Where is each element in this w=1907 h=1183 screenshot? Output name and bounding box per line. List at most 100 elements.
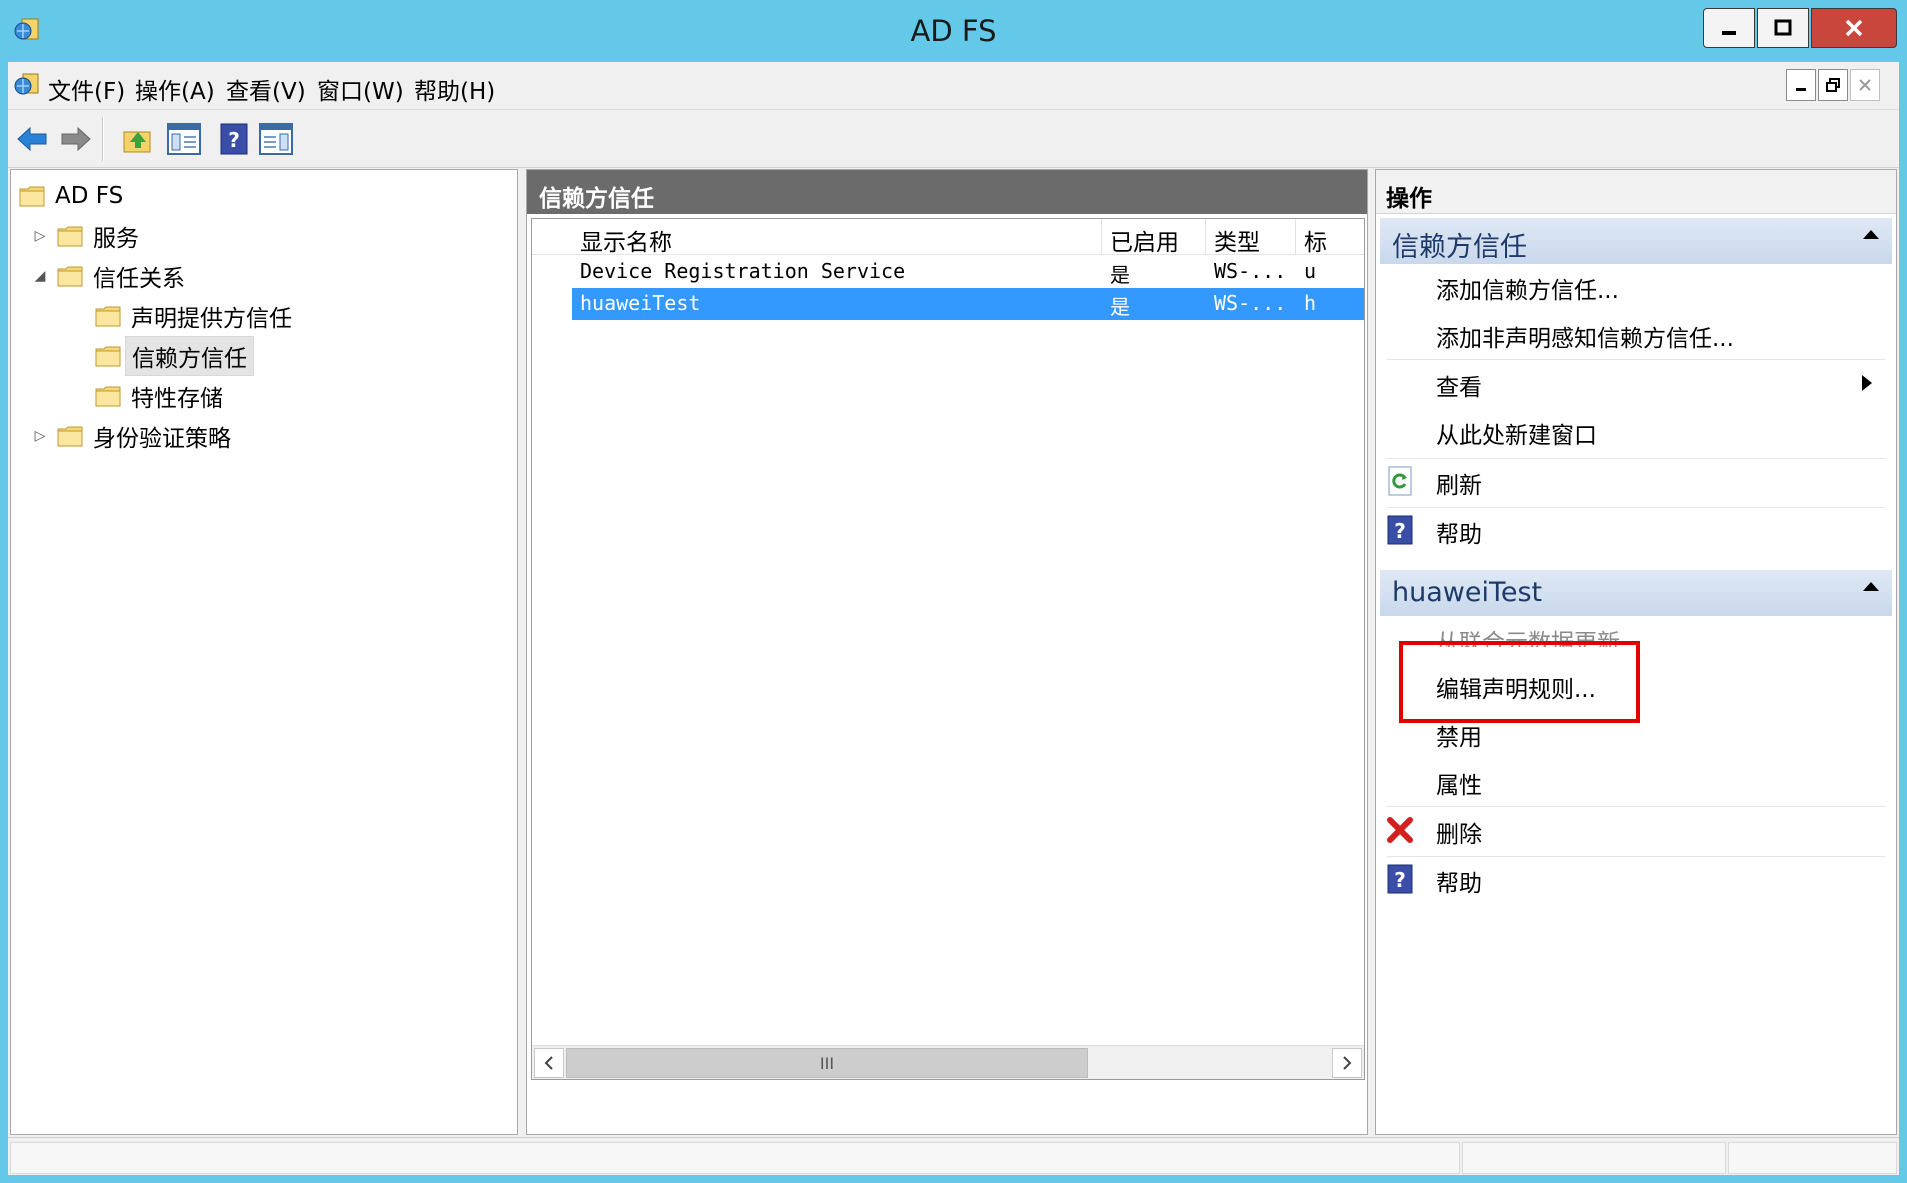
action-help[interactable]: 帮助	[1436, 509, 1886, 549]
results-pane: 信赖方信任 显示名称 已启用 类型 标 Device Registration …	[526, 169, 1368, 1135]
menu-view[interactable]: 查看(V)	[226, 72, 306, 106]
cell-identifier: h	[1304, 291, 1317, 315]
tree-node-trust-relationships[interactable]: ◢ 信任关系	[31, 258, 185, 294]
annotation-highlight-box	[1399, 641, 1640, 723]
restore-icon	[1826, 78, 1840, 92]
separator	[1386, 856, 1886, 857]
status-bar	[8, 1137, 1899, 1175]
folder-icon	[57, 426, 83, 447]
svg-text:?: ?	[228, 128, 240, 152]
close-button[interactable]	[1811, 8, 1897, 48]
column-header-type[interactable]: 类型	[1206, 219, 1296, 255]
up-one-level-button[interactable]	[118, 119, 158, 159]
scroll-left-button[interactable]	[534, 1048, 564, 1078]
chevron-right-icon	[1343, 1056, 1352, 1070]
refresh-icon	[1388, 466, 1412, 496]
status-cell-3	[1728, 1142, 1897, 1174]
table-row[interactable]: Device Registration Service 是 WS-... u	[572, 256, 1364, 288]
toolbar: ?	[8, 111, 1899, 168]
menu-file[interactable]: 文件(F)	[48, 72, 125, 106]
action-add-relying-party-trust[interactable]: 添加信赖方信任...	[1436, 265, 1886, 305]
list-header: 显示名称 已启用 类型 标	[532, 219, 1364, 255]
tree-node-relying-party-trusts[interactable]: 信赖方信任	[95, 336, 254, 376]
action-properties[interactable]: 属性	[1436, 760, 1886, 800]
section-huaweitest[interactable]: huaweiTest	[1380, 570, 1892, 616]
show-hide-console-tree-button[interactable]	[164, 119, 204, 159]
window-title: AD FS	[910, 14, 997, 48]
action-add-non-claims-aware-trust[interactable]: 添加非声明感知信赖方信任...	[1436, 313, 1886, 353]
action-new-window-from-here[interactable]: 从此处新建窗口	[1436, 410, 1886, 450]
table-row-selected[interactable]: huaweiTest 是 WS-... h	[572, 288, 1364, 320]
folder-icon	[57, 226, 83, 247]
folder-icon	[57, 266, 83, 287]
horizontal-scrollbar[interactable]: III	[532, 1045, 1364, 1079]
title-bar[interactable]: AD FS	[0, 0, 1907, 62]
child-close-button[interactable]	[1850, 69, 1880, 101]
status-cell-2	[1462, 1142, 1726, 1174]
separator	[1386, 359, 1886, 360]
svg-text:?: ?	[1394, 868, 1406, 892]
section-relying-party-trusts[interactable]: 信赖方信任	[1380, 218, 1892, 264]
action-delete[interactable]: 删除	[1436, 809, 1886, 849]
menu-action[interactable]: 操作(A)	[135, 72, 215, 106]
action-refresh[interactable]: 刷新	[1436, 460, 1886, 500]
action-help-item[interactable]: 帮助	[1436, 858, 1886, 898]
child-restore-button[interactable]	[1818, 69, 1848, 101]
column-header-identifier[interactable]: 标	[1296, 219, 1364, 255]
cell-display-name: huaweiTest	[580, 291, 701, 315]
mmc-system-menu-icon[interactable]	[12, 72, 42, 100]
cell-enabled: 是	[1110, 295, 1130, 319]
folder-icon	[19, 186, 45, 207]
toolbar-separator	[102, 117, 104, 161]
tree-label: 信任关系	[93, 266, 185, 292]
separator	[1386, 806, 1886, 807]
close-icon	[1859, 79, 1871, 91]
expand-icon[interactable]: ▷	[31, 228, 49, 244]
help-icon: ?	[1387, 515, 1413, 545]
tree-label: 声明提供方信任	[131, 306, 292, 332]
maximize-icon	[1774, 19, 1792, 36]
tree-node-attribute-stores[interactable]: 特性存储	[95, 378, 223, 414]
scroll-thumb[interactable]: III	[566, 1048, 1088, 1078]
expand-icon[interactable]: ▷	[31, 428, 49, 444]
submenu-arrow-icon	[1862, 375, 1872, 391]
cell-identifier: u	[1304, 259, 1317, 283]
tree-label: 特性存储	[131, 386, 223, 412]
cell-display-name: Device Registration Service	[580, 259, 906, 283]
scroll-right-button[interactable]	[1332, 1048, 1362, 1078]
show-hide-action-pane-button[interactable]	[256, 119, 296, 159]
tree-node-claims-provider-trusts[interactable]: 声明提供方信任	[95, 298, 292, 334]
maximize-button[interactable]	[1757, 8, 1809, 48]
forward-button[interactable]	[56, 119, 96, 159]
column-header-display-name[interactable]: 显示名称	[572, 219, 1102, 255]
chevron-left-icon	[544, 1056, 553, 1070]
menu-help[interactable]: 帮助(H)	[414, 72, 495, 106]
forward-arrow-icon	[61, 126, 91, 152]
back-button[interactable]	[12, 119, 52, 159]
action-pane-icon	[259, 123, 293, 155]
child-minimize-button[interactable]	[1786, 69, 1816, 101]
separator	[1386, 507, 1886, 508]
help-icon: ?	[1387, 864, 1413, 894]
folder-icon	[95, 306, 121, 327]
minimize-icon	[1796, 88, 1806, 91]
tree-node-authentication-policies[interactable]: ▷ 身份验证策略	[31, 418, 231, 454]
column-header-enabled[interactable]: 已启用	[1102, 219, 1206, 255]
minimize-icon	[1722, 31, 1736, 35]
console-tree-icon	[167, 123, 201, 155]
tree-node-adfs-root[interactable]: AD FS	[19, 178, 123, 214]
collapse-triangle-icon[interactable]	[1862, 228, 1880, 240]
tree-label: AD FS	[55, 183, 124, 209]
cell-enabled: 是	[1110, 263, 1130, 287]
action-view[interactable]: 查看	[1436, 362, 1886, 402]
tree-node-service[interactable]: ▷ 服务	[31, 218, 139, 254]
help-toolbar-button[interactable]: ?	[214, 119, 254, 159]
status-cell-main	[10, 1142, 1460, 1174]
collapse-icon[interactable]: ◢	[31, 268, 49, 284]
folder-icon	[95, 386, 121, 407]
menu-window[interactable]: 窗口(W)	[317, 72, 404, 106]
minimize-button[interactable]	[1703, 8, 1755, 48]
actions-pane-title: 操作	[1376, 170, 1896, 214]
collapse-triangle-icon[interactable]	[1862, 580, 1880, 592]
separator	[1386, 458, 1886, 459]
